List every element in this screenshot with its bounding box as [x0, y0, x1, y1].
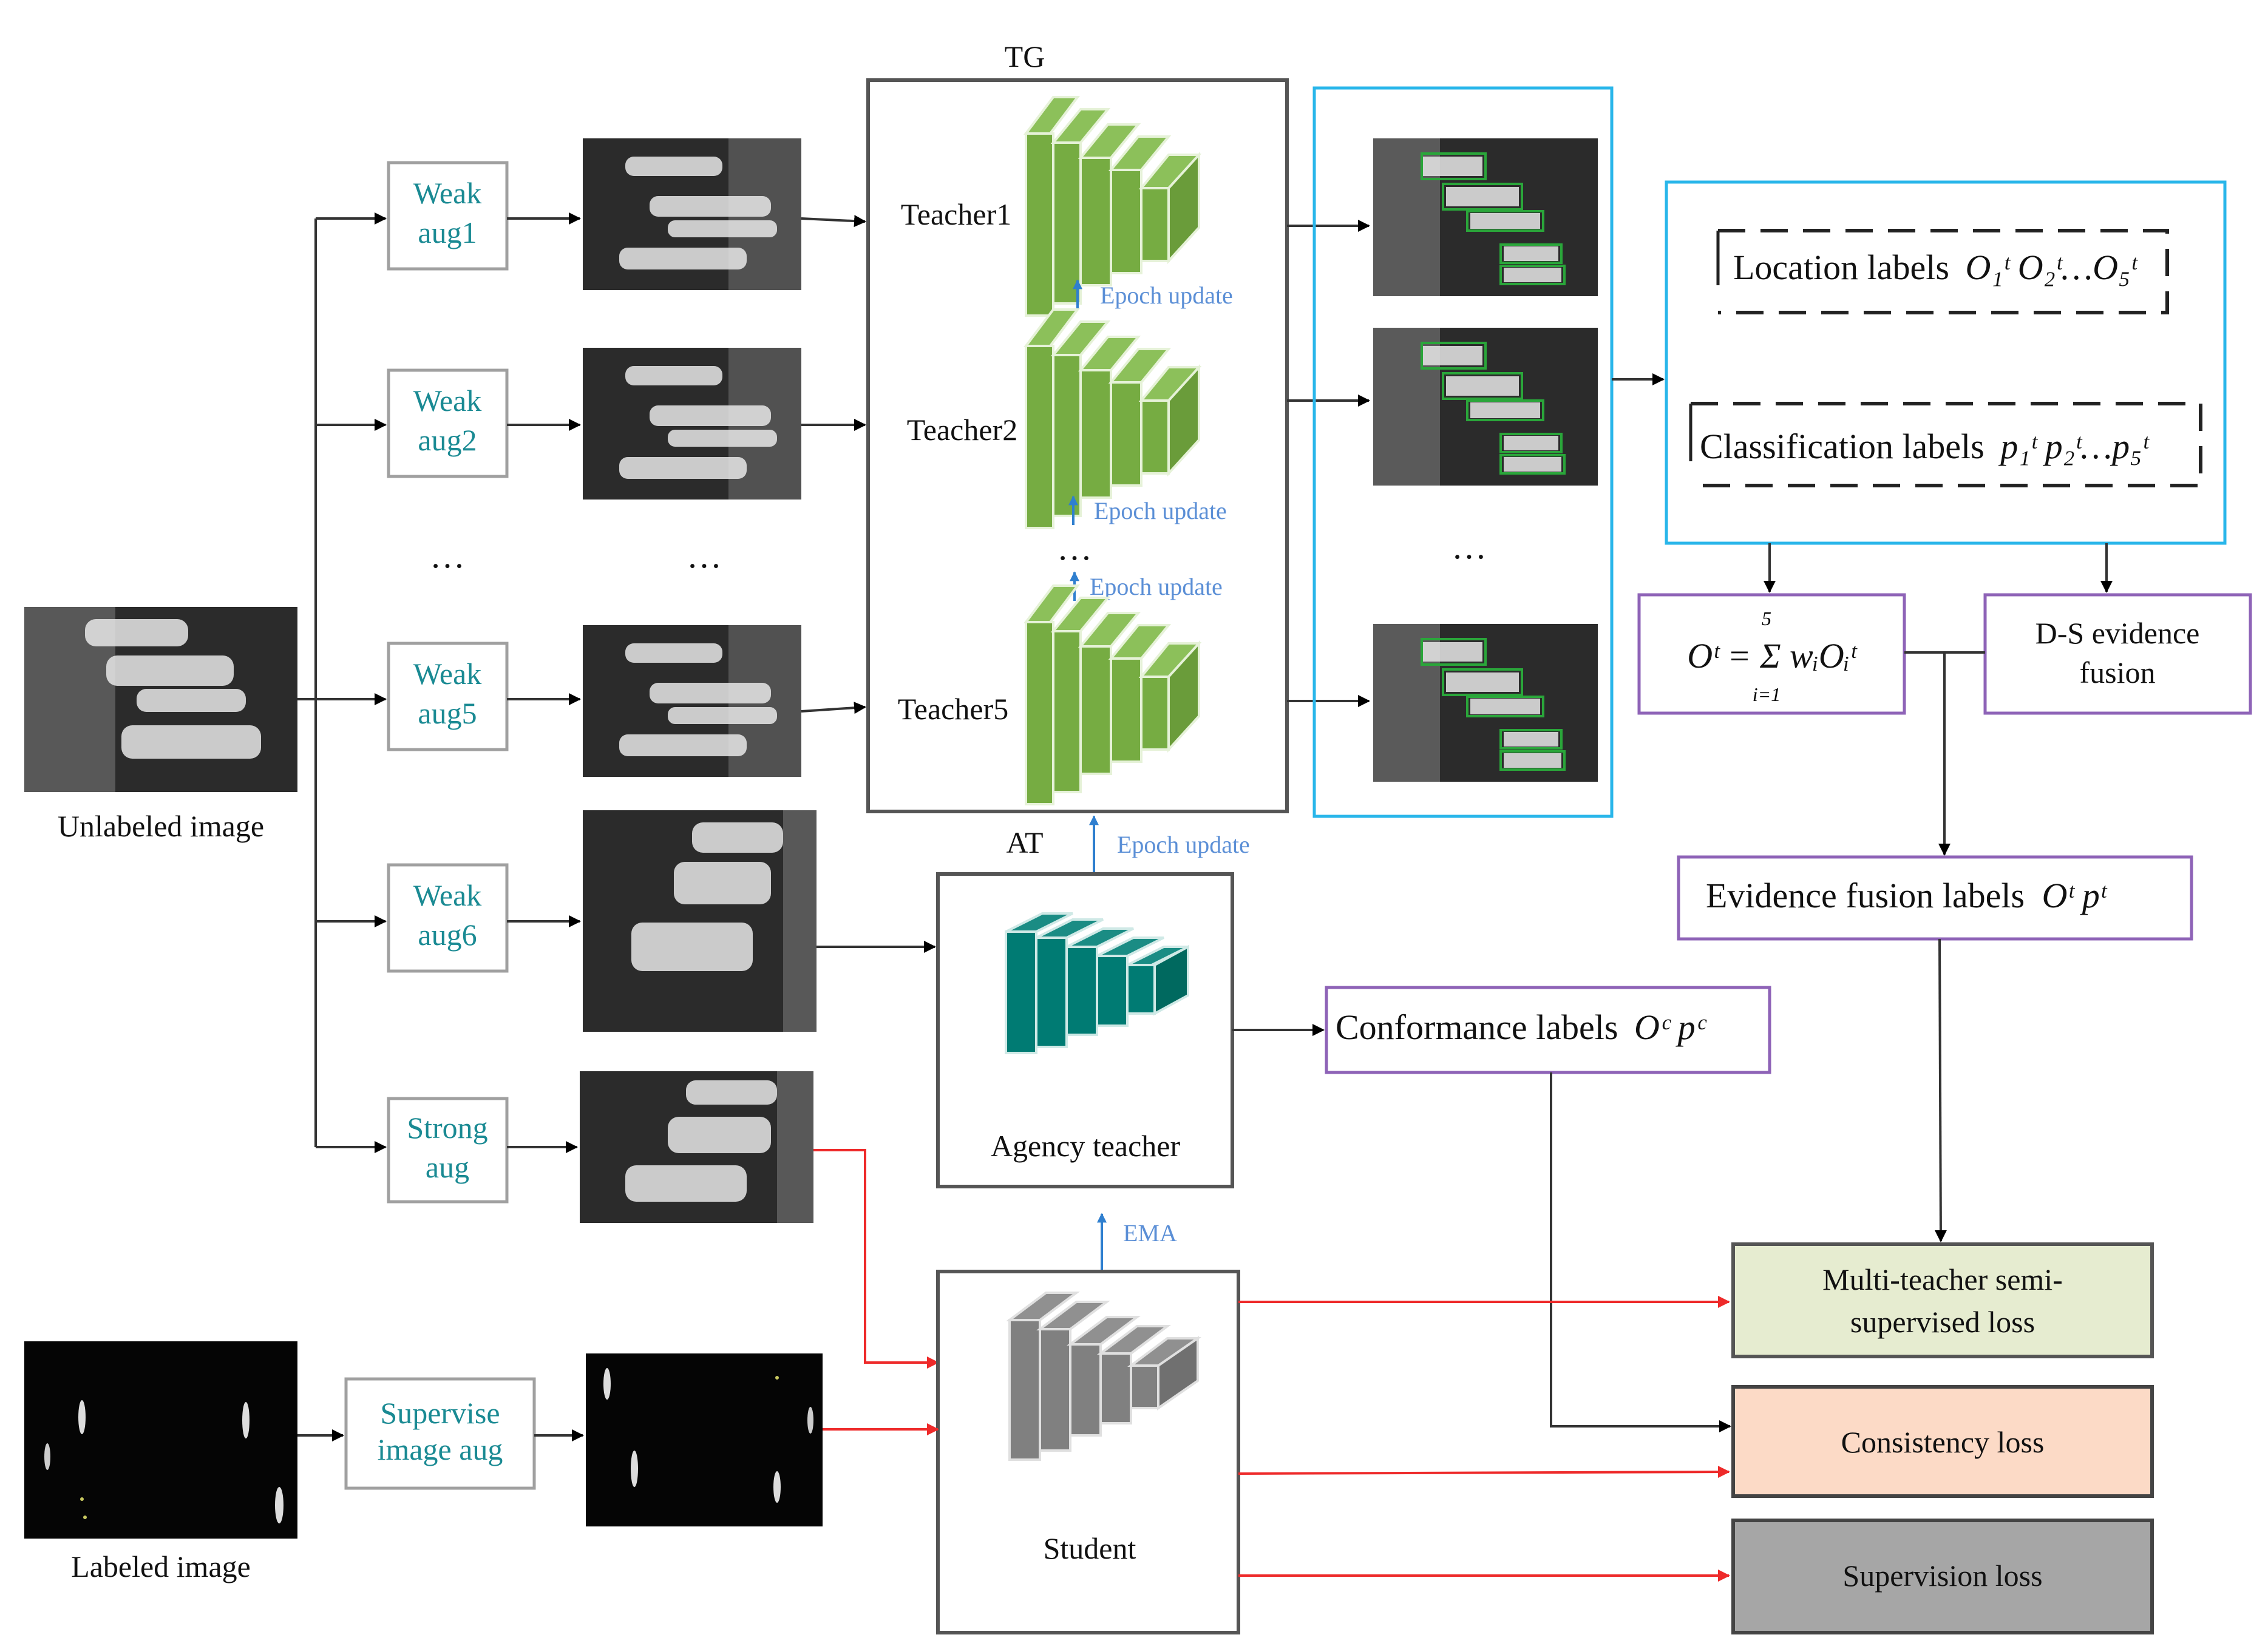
weighted-sum-box: 5 Oᵗ = Σ wᵢOᵢᵗ i=1	[1637, 593, 1906, 715]
consistency-loss-box: Consistency loss	[1731, 1385, 2154, 1498]
svg-text:aug1: aug1	[418, 215, 477, 249]
teacher-5-detections	[1372, 623, 1599, 783]
ds-evidence-fusion-box: D-S evidence fusion	[1983, 593, 2252, 715]
aug-box-weak-6: Weak aug6	[387, 863, 509, 973]
classification-labels-math: p₁ᵗ p₂ᵗ…p₅ᵗ	[1998, 427, 2150, 466]
svg-text:Weak: Weak	[413, 176, 482, 210]
svg-text:supervised loss: supervised loss	[1850, 1305, 2035, 1339]
student-box	[936, 1270, 1240, 1634]
framework-diagram: Unlabeled image Weak aug1 Weak aug2 … We…	[24, 39, 2252, 1634]
agency-epoch-update-label: Epoch update	[1117, 831, 1250, 858]
red-arrow-to-consistency-loss	[1238, 1466, 1730, 1478]
svg-text:Conformance labels Oᶜ p: Conformance labels Oᶜ pᶜ	[1336, 1008, 1707, 1047]
teacher-1-label: Teacher1	[901, 197, 1011, 231]
weighted-sum-formula: Oᵗ = Σ wᵢOᵢᵗ	[1687, 636, 1858, 676]
student-label: Student	[1044, 1531, 1136, 1565]
arrow	[801, 215, 866, 228]
ellipsis: …	[1451, 527, 1487, 566]
augmented-image-2	[583, 348, 801, 500]
svg-text:aug2: aug2	[418, 423, 477, 457]
svg-text:aug: aug	[426, 1150, 469, 1184]
svg-text:aug6: aug6	[418, 918, 477, 952]
svg-text:Evidence fusion labels O: Evidence fusion labels Oᵗ pᵗ	[1706, 876, 2108, 915]
epoch-update-label: Epoch update	[1090, 573, 1223, 600]
supervise-aug-box: Supervise image aug	[344, 1377, 536, 1490]
arrow	[1934, 938, 1947, 1242]
svg-text:image aug: image aug	[378, 1432, 503, 1466]
teacher-group-title: TG	[1005, 39, 1045, 73]
sum-lower-limit: i=1	[1753, 683, 1781, 705]
aug-box-weak-1: Weak aug1	[387, 161, 509, 271]
location-labels-box: Location labels O₁ᵗ O₂ᵗ…O₅ᵗ	[1716, 229, 2169, 314]
svg-text:Weak: Weak	[413, 878, 482, 912]
arrow	[801, 702, 866, 714]
multi-teacher-semi-supervised-loss-box: Multi-teacher semi- supervised loss	[1731, 1242, 2154, 1358]
classification-labels-box: Classification labels p₁ᵗ p₂ᵗ…p₅ᵗ	[1689, 402, 2202, 487]
svg-text:Supervision loss: Supervision loss	[1842, 1559, 2042, 1593]
teacher-1-detections	[1372, 137, 1599, 297]
red-arrow-strong-to-student	[813, 1149, 939, 1369]
svg-text:D-S evidence: D-S evidence	[2035, 616, 2200, 650]
aug-box-strong: Strong aug	[387, 1097, 509, 1204]
classification-labels-text: Classification labels p₁ᵗ p₂ᵗ…p₅ᵗ	[1700, 427, 2150, 466]
teacher-5-label: Teacher5	[898, 692, 1008, 726]
location-labels-math: O₁ᵗ O₂ᵗ…O₅ᵗ	[1965, 248, 2138, 287]
location-labels-text: Location labels O₁ᵗ O₂ᵗ…O₅ᵗ	[1733, 248, 2138, 287]
agency-teacher-label: Agency teacher	[991, 1129, 1181, 1163]
epoch-update-label: Epoch update	[1100, 282, 1233, 309]
svg-text:aug5: aug5	[418, 696, 477, 730]
evidence-fusion-math: Oᵗ pᵗ	[2042, 876, 2108, 915]
augmented-image-strong	[580, 1071, 813, 1223]
ellipsis: …	[687, 536, 722, 575]
epoch-update-label: Epoch update	[1094, 497, 1227, 524]
unlabeled-image	[24, 607, 297, 792]
svg-text:Multi-teacher semi-: Multi-teacher semi-	[1822, 1262, 2063, 1296]
svg-text:Supervise: Supervise	[380, 1396, 500, 1430]
ellipsis: …	[430, 536, 465, 575]
labeled-image-label: Labeled image	[71, 1549, 251, 1583]
teacher-2-detections	[1372, 327, 1599, 487]
labeled-image	[24, 1341, 297, 1539]
svg-text:Weak: Weak	[413, 384, 482, 418]
aug-box-weak-5: Weak aug5	[387, 642, 509, 751]
conformance-labels-box: Conformance labels Oᶜ pᶜ	[1325, 986, 1771, 1074]
teacher-2-label: Teacher2	[907, 413, 1017, 447]
pseudo-labels-panel	[1665, 180, 2227, 545]
ellipsis: …	[1057, 528, 1092, 567]
agency-teacher-title: AT	[1006, 825, 1043, 859]
unlabeled-image-label: Unlabeled image	[58, 809, 264, 843]
evidence-fusion-labels-box: Evidence fusion labels Oᵗ pᵗ	[1677, 855, 2193, 941]
conformance-math: Oᶜ pᶜ	[1634, 1008, 1707, 1047]
arrow-conformance-to-consistency	[1550, 1072, 1731, 1432]
augmented-image-5	[583, 625, 801, 777]
augmented-image-6	[583, 810, 817, 1032]
augmented-labeled-image	[586, 1353, 823, 1526]
svg-text:Consistency loss: Consistency loss	[1841, 1425, 2045, 1459]
supervision-loss-box: Supervision loss	[1731, 1519, 2154, 1634]
ema-label: EMA	[1123, 1219, 1177, 1247]
augmented-image-1	[583, 138, 801, 290]
svg-text:fusion: fusion	[2080, 655, 2156, 689]
svg-text:Strong: Strong	[407, 1111, 487, 1145]
svg-text:Weak: Weak	[413, 657, 482, 691]
aug-box-weak-2: Weak aug2	[387, 368, 509, 478]
sum-upper-limit: 5	[1762, 608, 1771, 629]
